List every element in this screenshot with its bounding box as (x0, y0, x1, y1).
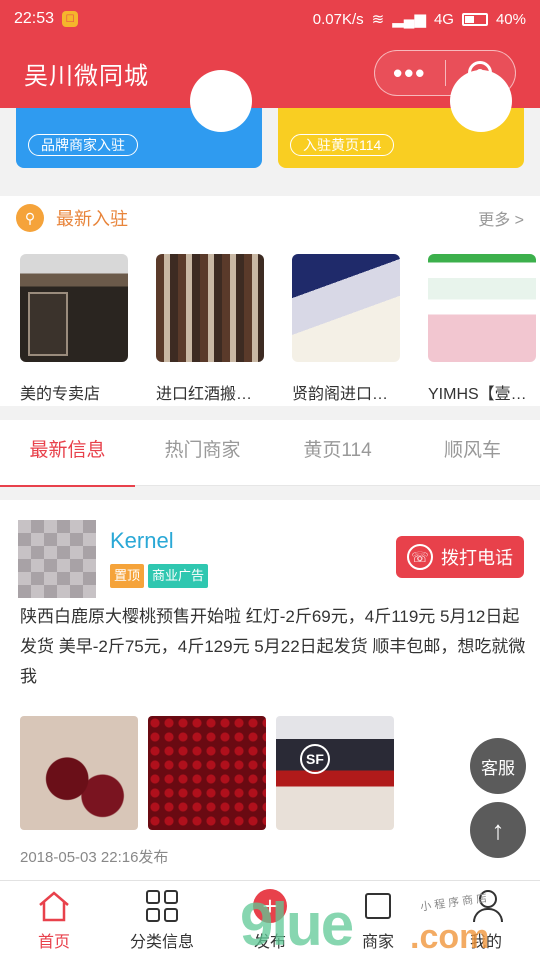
tab-latest[interactable]: 最新信息 (0, 420, 135, 487)
tab-hot-merchants[interactable]: 热门商家 (135, 420, 270, 486)
merchant-list: 美的专卖店 进口红酒搬… 贤韵阁进口… YIMHS【壹… (0, 240, 540, 404)
tab-carpool[interactable]: 顺风车 (405, 420, 540, 486)
grid-icon (144, 888, 180, 924)
battery-level: 40% (495, 10, 526, 28)
merchant-item[interactable]: 美的专卖店 (20, 254, 128, 404)
section-title: 最新入驻 (56, 209, 128, 229)
location-pin-icon: ⚲ (16, 204, 44, 232)
merchant-name: 进口红酒搬… (156, 386, 253, 403)
card-icon-circle (450, 70, 512, 132)
yellowpages-card[interactable]: 入驻黄页114 (278, 70, 524, 168)
merchant-image (292, 254, 400, 362)
section-header: ⚲ 最新入驻 更多 > (0, 196, 540, 240)
person-icon (468, 888, 504, 924)
merchant-image (20, 254, 128, 362)
card-icon-circle (190, 70, 252, 132)
merchant-name: YIMHS【壹… (428, 386, 527, 403)
merchant-item[interactable]: YIMHS【壹… (428, 254, 536, 404)
tabbar-merchants[interactable]: 商家 (324, 881, 432, 960)
status-time: 22:53 (14, 10, 55, 27)
newest-merchants-section: ⚲ 最新入驻 更多 > 美的专卖店 进口红酒搬… 贤韵阁进口… YIMHS【壹… (0, 196, 540, 406)
tabbar-categories-label: 分类信息 (129, 934, 194, 951)
post-username[interactable]: Kernel (110, 528, 174, 554)
call-button[interactable]: ☏ 拨打电话 (396, 536, 524, 578)
bottom-tabbar: 首页 分类信息 + 发布 商家 我的 (0, 880, 540, 960)
entry-cards: 品牌商家入驻 入驻黄页114 (0, 70, 540, 182)
post-text: 陕西白鹿原大樱桃预售开始啦 红灯-2斤69元，4斤119元 5月12日起发货 美… (20, 607, 526, 686)
status-bar: 22:53 ☐ 0.07K/s ≋ ▂▄▆ 4G 40% (0, 0, 540, 38)
page-title: 吴川微同城 (24, 62, 149, 90)
post-photo[interactable] (276, 716, 394, 830)
notification-icon: ☐ (62, 11, 79, 27)
more-link[interactable]: 更多 > (478, 206, 524, 230)
yellowpages-label: 入驻黄页114 (290, 134, 395, 156)
plus-icon: + (252, 888, 288, 924)
merchant-item[interactable]: 进口红酒搬… (156, 254, 264, 404)
tabbar-publish[interactable]: + 发布 (216, 881, 324, 960)
tabbar-mine[interactable]: 我的 (432, 881, 540, 960)
network-type: 4G (433, 10, 454, 28)
arrow-up-icon: ↑ (491, 814, 505, 845)
battery-icon (461, 12, 488, 26)
merchant-name: 贤韵阁进口… (292, 386, 389, 403)
tabbar-publish-label: 发布 (253, 934, 286, 951)
phone-icon: ☏ (407, 544, 433, 570)
avatar[interactable] (18, 520, 96, 598)
post-tags: 置顶 商业广告 (110, 564, 209, 588)
tabbar-mine-label: 我的 (469, 934, 502, 951)
home-icon (36, 888, 72, 924)
tabbar-home-label: 首页 (37, 934, 70, 951)
ad-badge: 商业广告 (148, 564, 209, 588)
tab-yellowpages[interactable]: 黄页114 (270, 420, 405, 486)
merchant-item[interactable]: 贤韵阁进口… (292, 254, 400, 404)
tabbar-categories[interactable]: 分类信息 (108, 881, 216, 960)
more-dots-icon[interactable]: ••• (375, 60, 445, 86)
post-photos (20, 716, 394, 830)
pinned-badge: 置顶 (110, 564, 145, 588)
status-right: 0.07K/s ≋ ▂▄▆ 4G 40% (312, 10, 526, 29)
wifi-icon: ≋ (371, 11, 385, 28)
tabbar-merchants-label: 商家 (361, 934, 394, 951)
shop-icon (360, 888, 396, 924)
signal-icon: ▂▄▆ (392, 11, 426, 28)
content-tabs: 最新信息 热门商家 黄页114 顺风车 (0, 420, 540, 487)
network-speed: 0.07K/s (312, 10, 364, 28)
customer-service-button[interactable]: 客服 (470, 738, 526, 794)
post-photo[interactable] (20, 716, 138, 830)
brand-merchant-card[interactable]: 品牌商家入驻 (16, 70, 262, 168)
merchant-image (428, 254, 536, 362)
post-card[interactable]: Kernel 置顶 商业广告 ☏ 拨打电话 陕西白鹿原大樱桃预售开始啦 红灯-2… (0, 500, 540, 880)
back-to-top-button[interactable]: ↑ (470, 802, 526, 858)
merchant-image (156, 254, 264, 362)
tabbar-home[interactable]: 首页 (0, 881, 108, 960)
post-date: 2018-05-03 22:16发布 (20, 849, 169, 866)
merchant-name: 美的专卖店 (20, 386, 101, 403)
post-photo[interactable] (148, 716, 266, 830)
call-button-label: 拨打电话 (441, 548, 513, 568)
brand-merchant-label: 品牌商家入驻 (28, 134, 138, 156)
